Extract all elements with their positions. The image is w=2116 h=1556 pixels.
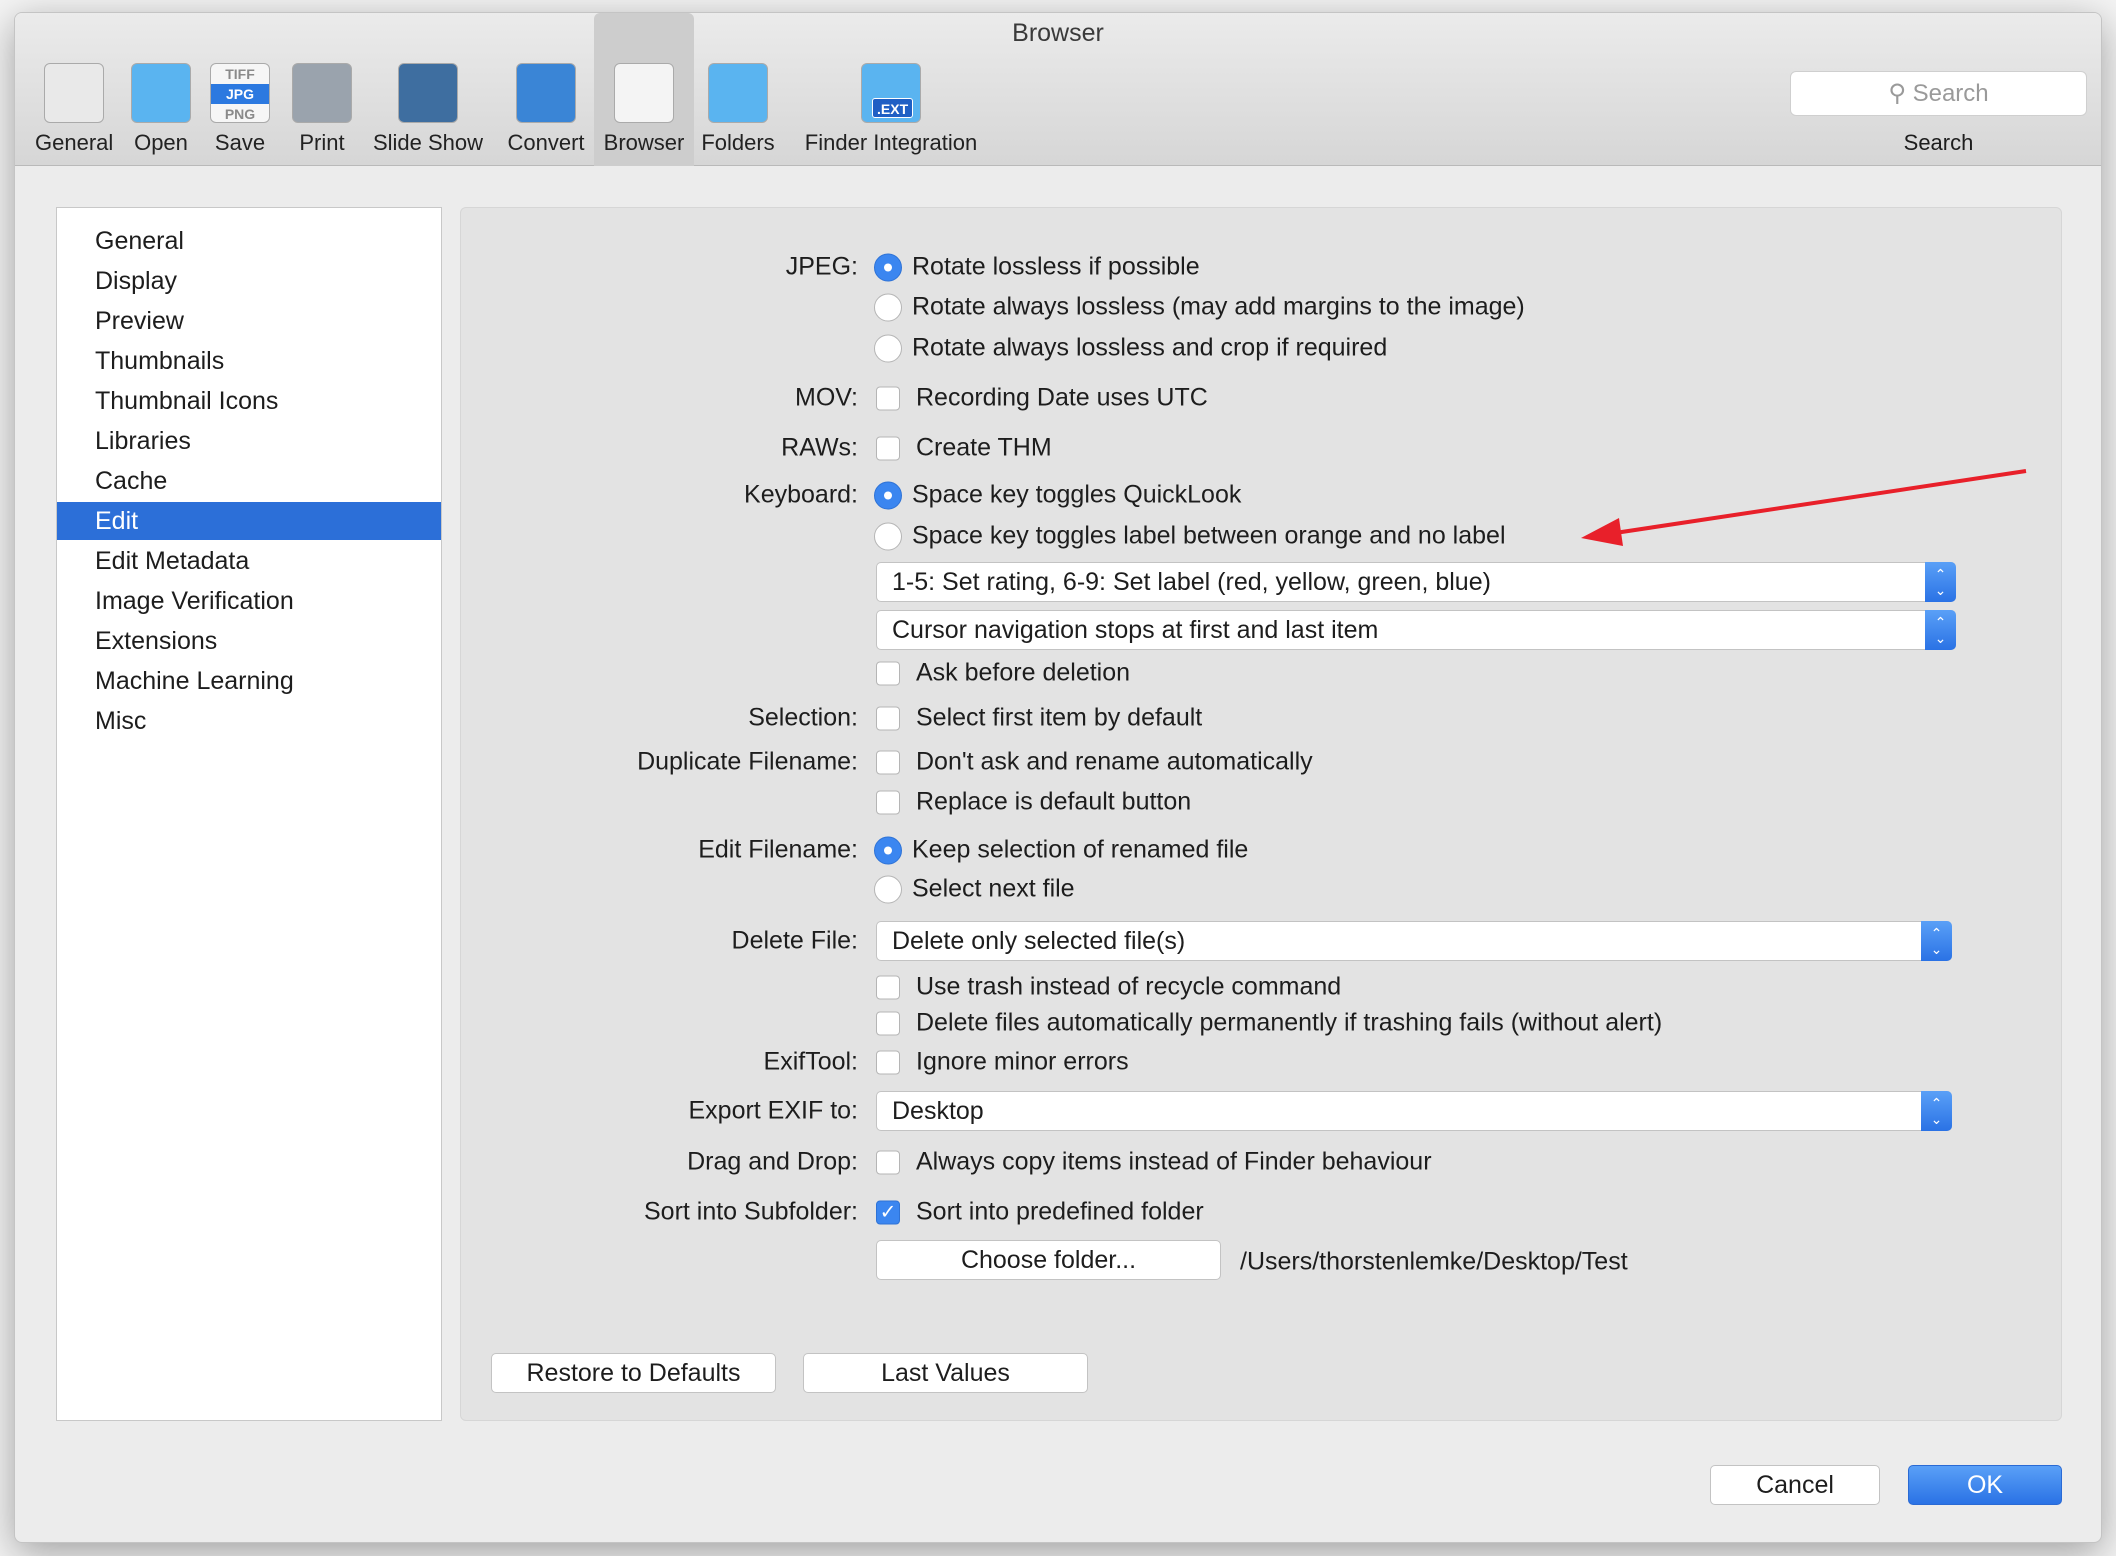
restore-defaults-button[interactable]: Restore to Defaults <box>491 1353 776 1393</box>
red-arrow-annotation <box>1581 469 2027 546</box>
cancel-button[interactable]: Cancel <box>1710 1465 1880 1505</box>
ok-button[interactable]: OK <box>1908 1465 2062 1505</box>
last-values-button[interactable]: Last Values <box>803 1353 1088 1393</box>
preferences-window: Browser General Open TIFF JPG PNG Save Print Sl… <box>14 12 2102 1543</box>
